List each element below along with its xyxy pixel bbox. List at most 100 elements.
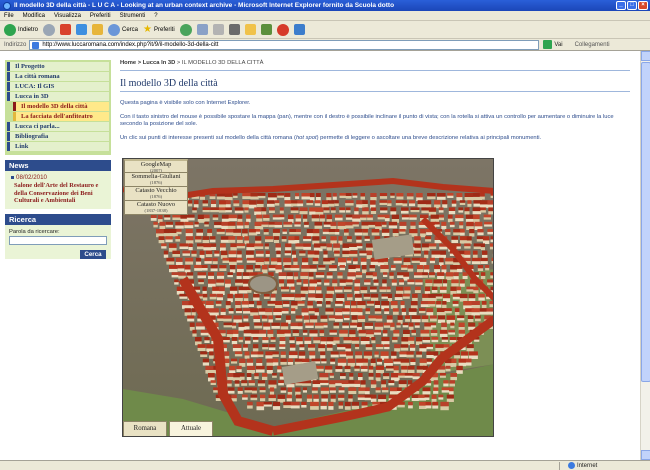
- star-icon: ★: [143, 23, 152, 35]
- vertical-scrollbar[interactable]: [640, 51, 650, 460]
- nav-item-lucca-ci-parla[interactable]: Lucca ci parla...: [7, 122, 109, 131]
- left-sidebar: Il Progetto La città romana LUCA: Il GIS…: [5, 60, 111, 264]
- scroll-down-button[interactable]: [641, 450, 650, 460]
- breadcrumb-current: IL MODELLO 3D DELLA CITTÀ: [181, 60, 264, 66]
- nav-item-link[interactable]: Link: [7, 142, 109, 151]
- go-label: Vai: [554, 41, 563, 48]
- minimize-button[interactable]: _: [616, 1, 626, 10]
- menu-bar: File Modifica Visualizza Preferiti Strum…: [0, 11, 650, 21]
- nav-item-facciata-anfiteatro[interactable]: La facciata dell'anfiteatro: [13, 112, 109, 121]
- back-button[interactable]: Indietro: [4, 23, 39, 36]
- layer-sommelia-year: (1876): [149, 179, 163, 185]
- tab-romana[interactable]: Romana: [123, 421, 167, 436]
- layer-sommelia-label: Sommelia-Giuliani: [131, 173, 181, 180]
- search-input[interactable]: [9, 235, 107, 245]
- search-label: Parola da ricercare:: [9, 228, 60, 235]
- nav-item-gis[interactable]: LUCA: Il GIS: [7, 82, 109, 91]
- tab-attuale[interactable]: Attuale: [169, 421, 213, 436]
- toolbar: Indietro Cerca ★ Preferiti: [0, 21, 650, 39]
- stop-icon[interactable]: [60, 24, 72, 35]
- menu-favorites[interactable]: Preferiti: [90, 13, 111, 19]
- news-link[interactable]: Salone dell'Arte del Restauro e della Co…: [5, 181, 111, 209]
- translate-icon[interactable]: [293, 24, 305, 35]
- layer-catasto-vecchio-button[interactable]: Catasto Vecchio (1876): [124, 186, 188, 202]
- bullet-icon: [11, 175, 14, 179]
- menu-help[interactable]: ?: [154, 13, 157, 19]
- globe-icon: [568, 462, 575, 469]
- main-nav: Il Progetto La città romana LUCA: Il GIS…: [5, 60, 111, 155]
- nav-item-modello-3d[interactable]: Il modello 3D della città: [13, 102, 109, 111]
- breadcrumb: Home > Lucca In 3D > IL MODELLO 3D DELLA…: [120, 60, 630, 71]
- layer-catasto-vecchio-label: Catasto Vecchio: [135, 187, 177, 194]
- breadcrumb-sep-1: >: [136, 60, 143, 66]
- edit-icon[interactable]: [228, 24, 240, 35]
- favorites-label: Preferiti: [154, 26, 175, 33]
- breadcrumb-home[interactable]: Home: [120, 60, 136, 66]
- breadcrumb-section[interactable]: Lucca In 3D: [143, 60, 176, 66]
- search-icon: [108, 23, 121, 36]
- scroll-up-button[interactable]: [641, 51, 650, 61]
- layer-googlemap-label: GoogleMap: [140, 161, 172, 168]
- home-icon[interactable]: [92, 24, 104, 35]
- layer-catasto-nuovo-year: (1837-1838): [144, 207, 168, 213]
- hotspot-text-a: Un clic sui punti di interesse presenti …: [120, 134, 296, 141]
- mail-icon[interactable]: [196, 24, 208, 35]
- security-zone: Internet: [568, 462, 597, 469]
- ie-logo-icon: [3, 1, 11, 10]
- history-icon[interactable]: [179, 23, 192, 36]
- search-box: Ricerca Parola da ricercare: Cerca: [5, 213, 111, 259]
- hotspot-text-em: hot spot: [295, 134, 317, 141]
- layer-catasto-nuovo-button[interactable]: Catasto Nuovo (1837-1838): [124, 200, 188, 216]
- search-button[interactable]: Cerca: [108, 23, 139, 36]
- city-3d-map[interactable]: GoogleMap (2007) Sommelia-Giuliani (1876…: [122, 158, 494, 437]
- favorites-button[interactable]: ★ Preferiti: [143, 23, 175, 35]
- menu-edit[interactable]: Modifica: [23, 13, 45, 19]
- research-icon[interactable]: [276, 23, 289, 36]
- menu-file[interactable]: File: [4, 13, 14, 19]
- go-button[interactable]: Vai: [543, 40, 563, 49]
- breadcrumb-sep-2: >: [175, 60, 182, 66]
- back-label: Indietro: [18, 26, 39, 33]
- status-text: [0, 461, 560, 470]
- news-date-text: 08/02/2010: [16, 174, 47, 181]
- address-bar: Indirizzo http://www.luccaromana.com/ind…: [0, 39, 650, 51]
- hotspot-text-b: ) permette di leggere o ascoltare una br…: [316, 134, 542, 141]
- nav-item-lucca-3d[interactable]: Lucca in 3D: [7, 92, 109, 101]
- layer-catasto-vecchio-year: (1876): [149, 193, 163, 199]
- status-bar: Internet: [0, 460, 650, 470]
- window-titlebar: Il modello 3D della città - L U C A - Lo…: [0, 0, 650, 11]
- instructions-text: Con il tasto sinistro del mouse è possib…: [120, 113, 614, 128]
- zone-label: Internet: [577, 462, 598, 469]
- maximize-button[interactable]: □: [627, 1, 637, 10]
- nav-item-citta-romana[interactable]: La città romana: [7, 72, 109, 81]
- layer-sommelia-button[interactable]: Sommelia-Giuliani (1876): [124, 172, 188, 188]
- print-icon[interactable]: [212, 24, 224, 35]
- back-arrow-icon: [4, 23, 16, 36]
- address-input[interactable]: http://www.luccaromana.com/index.php?it/…: [29, 39, 540, 50]
- menu-tools[interactable]: Strumenti: [120, 13, 146, 19]
- nav-item-progetto[interactable]: Il Progetto: [7, 62, 109, 71]
- close-button[interactable]: ×: [638, 1, 648, 10]
- search-label: Cerca: [122, 26, 139, 33]
- nav-item-bibliografia[interactable]: Bibliografia: [7, 132, 109, 141]
- forward-button[interactable]: [43, 23, 56, 36]
- news-heading: News: [5, 160, 111, 171]
- refresh-icon[interactable]: [76, 24, 88, 35]
- address-label: Indirizzo: [4, 41, 27, 48]
- search-submit-button[interactable]: Cerca: [80, 249, 106, 259]
- messenger-icon[interactable]: [260, 24, 272, 35]
- menu-view[interactable]: Visualizza: [54, 13, 81, 19]
- forward-arrow-icon: [43, 23, 56, 36]
- news-date: 08/02/2010: [5, 171, 111, 181]
- page-viewport: Il Progetto La città romana LUCA: Il GIS…: [0, 51, 640, 460]
- news-box: News 08/02/2010 Salone dell'Arte del Res…: [5, 160, 111, 209]
- go-arrow-icon: [543, 40, 553, 49]
- window-title: Il modello 3D della città - L U C A - Lo…: [14, 2, 395, 9]
- layer-catasto-nuovo-label: Catasto Nuovo: [136, 201, 176, 208]
- folder-icon[interactable]: [244, 24, 256, 35]
- scroll-thumb[interactable]: [641, 62, 650, 382]
- main-content: Home > Lucca In 3D > IL MODELLO 3D DELLA…: [120, 60, 630, 142]
- search-heading: Ricerca: [5, 213, 111, 225]
- page-title: Il modello 3D della città: [120, 78, 630, 92]
- links-toolbar[interactable]: Collegamenti: [575, 42, 610, 48]
